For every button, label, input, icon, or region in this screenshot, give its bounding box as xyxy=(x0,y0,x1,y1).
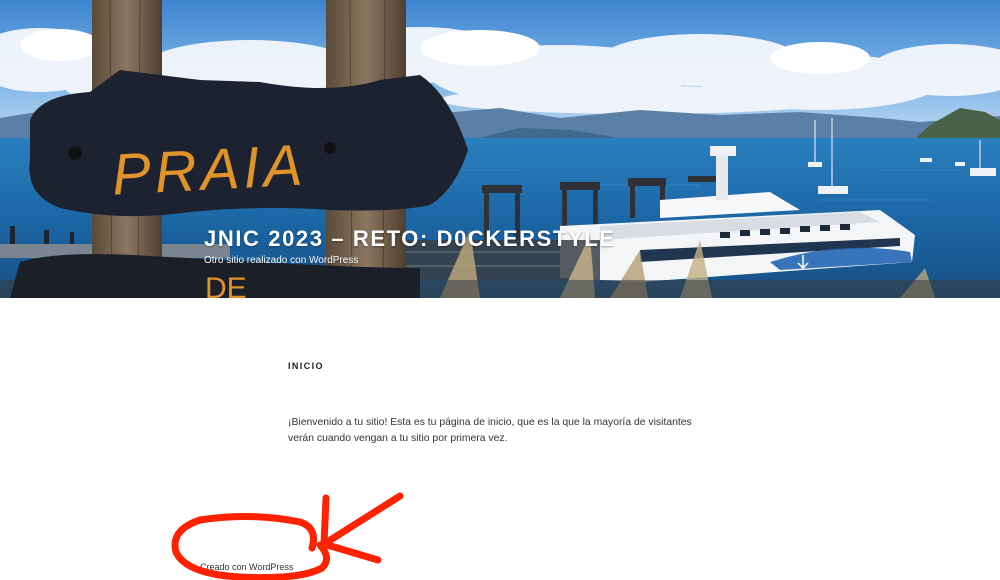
site-title[interactable]: JNIC 2023 – RETO: D0CKERSTYLE xyxy=(204,226,616,252)
wordpress-credit-link[interactable]: Creado con WordPress xyxy=(200,562,293,572)
sign-praia-text: PRAIA xyxy=(110,132,307,207)
header-image: PRAIA DE xyxy=(0,0,1000,298)
site-description: Otro sitio realizado con WordPress xyxy=(204,255,359,266)
welcome-text: ¡Bienvenido a tu sitio! Esta es tu págin… xyxy=(288,417,692,444)
arrow-down-icon[interactable] xyxy=(794,252,812,272)
page-title: INICIO xyxy=(288,361,324,371)
site-header: PRAIA DE JNIC 2023 – RETO: D0CKERSTYLE O… xyxy=(0,0,1000,298)
sign-de-text: DE xyxy=(205,272,247,298)
page: PRAIA DE JNIC 2023 – RETO: D0CKERSTYLE O… xyxy=(0,0,1000,580)
